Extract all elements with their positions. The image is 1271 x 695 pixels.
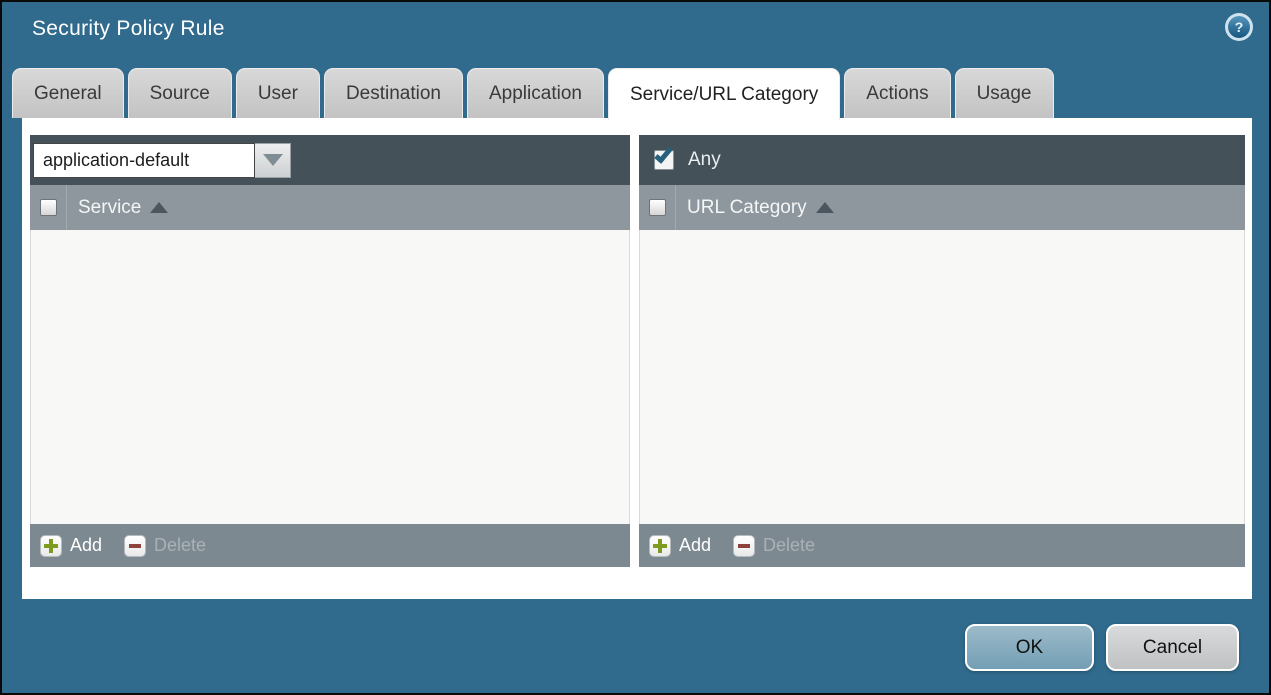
service-type-dropdown[interactable]: application-default (33, 142, 255, 178)
service-panel-footer: Add Delete (30, 524, 630, 567)
tab-general[interactable]: General (12, 68, 124, 118)
service-table-body (30, 230, 630, 524)
tab-user[interactable]: User (235, 68, 320, 118)
add-plus-icon (649, 534, 671, 557)
tab-actions[interactable]: Actions (844, 68, 951, 118)
help-icon[interactable]: ? (1225, 13, 1253, 41)
header-divider (66, 185, 67, 230)
cancel-button[interactable]: Cancel (1106, 624, 1239, 671)
url-category-table-body (639, 230, 1245, 524)
security-policy-rule-dialog: Security Policy Rule ? General Source Us… (0, 0, 1271, 695)
header-divider (675, 185, 676, 230)
url-category-table-header: URL Category (639, 185, 1245, 230)
service-column-header: Service (78, 196, 142, 218)
url-category-panel-toolbar: Any (639, 135, 1245, 185)
service-panel-toolbar: application-default (30, 135, 630, 185)
tab-usage[interactable]: Usage (954, 68, 1054, 118)
url-category-select-all-checkbox[interactable] (649, 199, 666, 216)
url-category-column-header: URL Category (687, 196, 807, 218)
tab-service-url-category[interactable]: Service/URL Category (607, 68, 841, 120)
service-delete-button[interactable]: Delete (124, 534, 206, 557)
url-category-delete-button[interactable]: Delete (733, 534, 815, 557)
service-select-all-checkbox[interactable] (40, 199, 57, 216)
url-category-panel: Any URL Category Add Delete (639, 135, 1245, 567)
sort-ascending-icon[interactable] (150, 202, 169, 213)
delete-minus-icon (124, 534, 147, 557)
tab-content-area: application-default Service Add Delete A… (22, 118, 1252, 599)
tab-bar: General Source User Destination Applicat… (12, 68, 1054, 120)
service-table-header: Service (30, 185, 630, 230)
help-question-glyph: ? (1228, 16, 1250, 38)
tab-source[interactable]: Source (127, 68, 232, 118)
chevron-down-icon (262, 154, 283, 166)
any-checkbox[interactable] (654, 144, 674, 170)
service-type-dropdown-button[interactable] (255, 142, 291, 178)
add-plus-icon (40, 534, 62, 557)
service-add-button[interactable]: Add (40, 534, 102, 557)
checkmark-icon (654, 144, 673, 164)
tab-destination[interactable]: Destination (323, 68, 463, 118)
sort-ascending-icon[interactable] (815, 202, 834, 213)
delete-minus-icon (733, 534, 756, 557)
url-category-panel-footer: Add Delete (639, 524, 1245, 567)
service-panel: application-default Service Add Delete (30, 135, 630, 567)
any-checkbox-label: Any (688, 149, 721, 170)
dialog-title: Security Policy Rule (32, 17, 225, 40)
url-category-add-button[interactable]: Add (649, 534, 711, 557)
tab-application[interactable]: Application (467, 68, 604, 118)
ok-button[interactable]: OK (965, 624, 1094, 671)
